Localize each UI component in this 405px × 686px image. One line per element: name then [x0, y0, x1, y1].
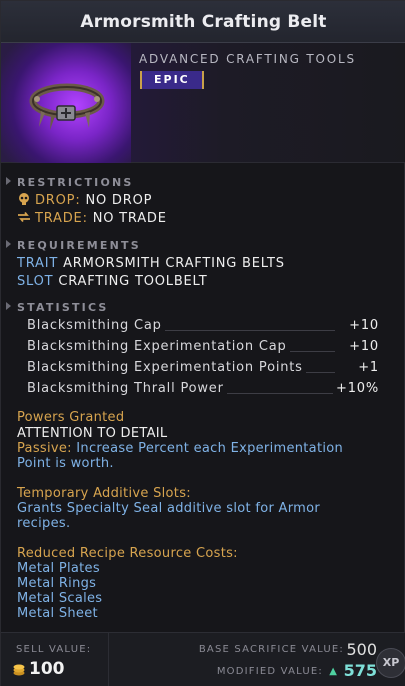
sell-value-label: SELL VALUE:	[16, 644, 92, 655]
reduced-cost-item: Metal Scales	[17, 591, 103, 606]
power-passive: Passive: Increase Percent each Experimen…	[17, 441, 343, 456]
restriction-trade: TRADE: NO TRADE	[17, 211, 167, 226]
stat-row: Blacksmithing Cap +10	[27, 318, 379, 336]
reduced-cost-item: Metal Plates	[17, 561, 100, 576]
reduced-costs-header: Reduced Recipe Resource Costs:	[17, 546, 238, 561]
stat-row: Blacksmithing Experimentation Cap +10	[27, 339, 379, 357]
modified-value: 575	[343, 661, 377, 680]
xp-badge: XP	[376, 648, 405, 678]
item-image	[1, 43, 131, 163]
trait-value: ARMORSMITH CRAFTING BELTS	[63, 256, 285, 271]
modified-value-label: MODIFIED VALUE:	[216, 666, 323, 677]
additive-slots-header: Temporary Additive Slots:	[17, 486, 191, 501]
base-sacrifice-label: BASE SACRIFICE VALUE:	[198, 644, 344, 655]
stat-value: +10	[346, 339, 379, 354]
stat-name: Blacksmithing Cap	[27, 318, 165, 333]
value-footer: SELL VALUE: 100 BASE SACRIFICE VALUE: 50…	[1, 632, 405, 686]
up-arrow-icon: ▲	[329, 666, 337, 677]
passive-label: Passive:	[17, 441, 72, 456]
reduced-cost-item: Metal Sheet	[17, 606, 98, 621]
slot-value: CRAFTING TOOLBELT	[58, 274, 208, 289]
sell-value: 100	[29, 659, 65, 679]
stat-row: Blacksmithing Experimentation Points +1	[27, 360, 379, 378]
stat-name: Blacksmithing Experimentation Cap	[27, 339, 290, 354]
additive-slots-line-2: recipes.	[17, 516, 71, 531]
passive-text-1: Increase Percent each Experimentation	[76, 441, 344, 456]
stat-name: Blacksmithing Thrall Power	[27, 381, 227, 396]
stat-value: +10	[346, 318, 379, 333]
requirement-slot: SLOT CRAFTING TOOLBELT	[17, 274, 208, 289]
additive-slots-line-1: Grants Specialty Seal additive slot for …	[17, 501, 321, 516]
passive-text-2: Point is worth.	[17, 456, 114, 471]
reduced-cost-item: Metal Rings	[17, 576, 97, 591]
belt-icon	[29, 83, 105, 130]
coin-stack-icon	[13, 664, 25, 676]
title-bar: Armorsmith Crafting Belt	[1, 1, 405, 43]
requirement-trait: TRAIT ARMORSMITH CRAFTING BELTS	[17, 256, 285, 271]
restrictions-header: RESTRICTIONS	[6, 176, 134, 189]
item-title: Armorsmith Crafting Belt	[80, 11, 327, 32]
stat-row: Blacksmithing Thrall Power +10%	[27, 381, 379, 399]
stat-name: Blacksmithing Experimentation Points	[27, 360, 306, 375]
drop-label: DROP:	[35, 193, 81, 208]
item-header: ADVANCED CRAFTING TOOLS EPIC	[1, 43, 405, 163]
requirements-header: REQUIREMENTS	[6, 239, 141, 252]
powers-header: Powers Granted	[17, 410, 125, 425]
sell-value-panel: SELL VALUE: 100	[1, 633, 109, 686]
drop-value: NO DROP	[85, 193, 153, 208]
rarity-badge: EPIC	[140, 71, 204, 89]
trade-arrows-icon	[18, 211, 30, 223]
stat-value: +1	[355, 360, 379, 375]
trait-label: TRAIT	[17, 256, 59, 271]
statistics-header: STATISTICS	[6, 301, 109, 314]
power-name: ATTENTION TO DETAIL	[17, 426, 168, 441]
trade-label: TRADE:	[35, 211, 88, 226]
slot-label: SLOT	[17, 274, 54, 289]
trade-value: NO TRADE	[92, 211, 167, 226]
item-tooltip: Armorsmith Crafting Belt ADVANCED CRAFTI…	[0, 0, 405, 686]
restriction-drop: DROP: NO DROP	[17, 193, 152, 208]
skull-icon	[19, 193, 29, 205]
item-category: ADVANCED CRAFTING TOOLS	[139, 52, 356, 66]
stat-value: +10%	[333, 381, 379, 396]
base-sacrifice-value: 500	[346, 640, 377, 659]
